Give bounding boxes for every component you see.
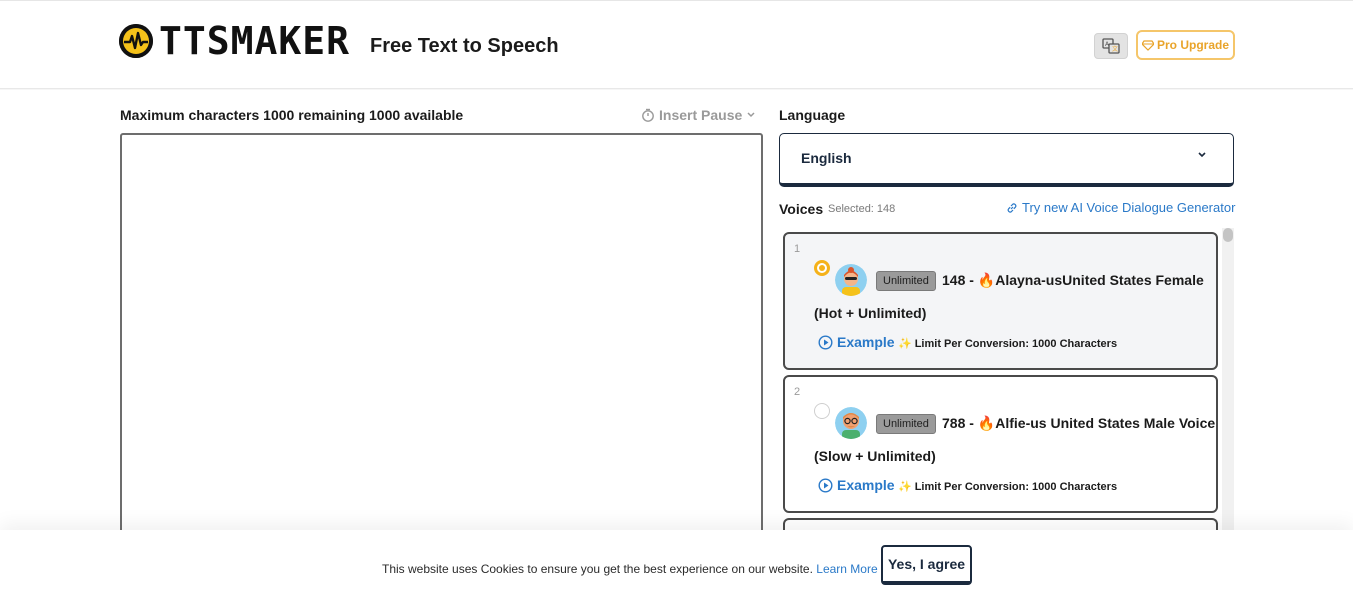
voice-title: 788 - 🔥Alfie-us United States Male Voice: [942, 415, 1216, 431]
voice-card[interactable]: 1 Unlimited 148 - 🔥Alayna-usUnited State…: [783, 232, 1218, 370]
cookie-banner: This website uses Cookies to ensure you …: [0, 530, 1353, 608]
conversion-limit: ✨ Limit Per Conversion: 1000 Characters: [898, 480, 1118, 494]
timer-icon: [642, 108, 654, 122]
example-label: Example: [837, 334, 895, 350]
conversion-limit-text: Limit Per Conversion: 1000 Characters: [914, 480, 1118, 493]
insert-pause-label: Insert Pause: [659, 107, 743, 123]
voice-dialogue-link[interactable]: Try new AI Voice Dialogue Generator: [1006, 200, 1235, 215]
example-play-button[interactable]: Example: [818, 334, 895, 350]
play-circle-icon: [818, 477, 833, 493]
translate-language-button[interactable]: A 文: [1094, 33, 1128, 59]
voice-avatar-female: [835, 264, 867, 296]
voice-number: 2: [794, 386, 801, 398]
voice-card[interactable]: 2 Unlimited 788 - 🔥Alfie-us United State…: [783, 375, 1218, 513]
pro-upgrade-button[interactable]: Pro Upgrade: [1136, 30, 1235, 60]
pro-upgrade-label: Pro Upgrade: [1156, 38, 1229, 52]
voices-label: Voices: [779, 201, 824, 217]
translate-icon: A 文: [1102, 38, 1120, 54]
chevron-down-icon: [747, 112, 755, 118]
voice-radio[interactable]: [814, 403, 830, 419]
voice-number: 1: [794, 243, 801, 255]
sparkle-icon: ✨: [898, 338, 912, 350]
voice-avatar-male: [835, 407, 867, 439]
cookie-message-text: This website uses Cookies to ensure you …: [382, 562, 813, 576]
svg-text:文: 文: [1112, 45, 1118, 53]
diamond-icon: [1141, 39, 1154, 51]
voice-subtitle: (Hot + Unlimited): [814, 305, 927, 321]
voices-selected-count: Selected: 148: [828, 203, 896, 215]
voice-radio-selected[interactable]: [814, 260, 830, 276]
logo-text: TTSMAKER: [159, 19, 351, 63]
language-selected-value: English: [801, 150, 852, 166]
language-select[interactable]: English: [779, 133, 1234, 187]
character-count-info: Maximum characters 1000 remaining 1000 a…: [120, 107, 464, 123]
insert-pause-dropdown[interactable]: Insert Pause: [641, 107, 756, 123]
voice-dialogue-link-text: Try new AI Voice Dialogue Generator: [1022, 200, 1236, 215]
text-input-area[interactable]: [120, 133, 763, 553]
link-icon: [1007, 202, 1017, 213]
cookie-agree-button[interactable]: Yes, I agree: [881, 545, 972, 585]
voice-subtitle: (Slow + Unlimited): [814, 448, 936, 464]
unlimited-badge: Unlimited: [876, 414, 936, 434]
voice-list-scrollbar[interactable]: [1222, 228, 1234, 548]
cookie-message: This website uses Cookies to ensure you …: [382, 562, 878, 576]
page-tagline: Free Text to Speech: [370, 35, 559, 57]
unlimited-badge: Unlimited: [876, 271, 936, 291]
conversion-limit: ✨ Limit Per Conversion: 1000 Characters: [898, 337, 1118, 351]
sparkle-icon: ✨: [898, 481, 912, 493]
conversion-limit-text: Limit Per Conversion: 1000 Characters: [914, 337, 1118, 350]
example-play-button[interactable]: Example: [818, 477, 895, 493]
example-label: Example: [837, 477, 895, 493]
logo-waveform-icon: [119, 24, 153, 58]
language-label: Language: [779, 107, 846, 123]
play-circle-icon: [818, 334, 833, 350]
learn-more-link[interactable]: Learn More: [816, 562, 877, 576]
voice-title: 148 - 🔥Alayna-usUnited States Female: [942, 272, 1204, 288]
voice-list-scroll-thumb[interactable]: [1223, 228, 1233, 242]
logo[interactable]: TTSMAKER: [119, 19, 351, 63]
top-header: TTSMAKER Free Text to Speech A 文 Pro Upg…: [0, 0, 1353, 89]
chevron-down-icon: [1198, 152, 1206, 158]
